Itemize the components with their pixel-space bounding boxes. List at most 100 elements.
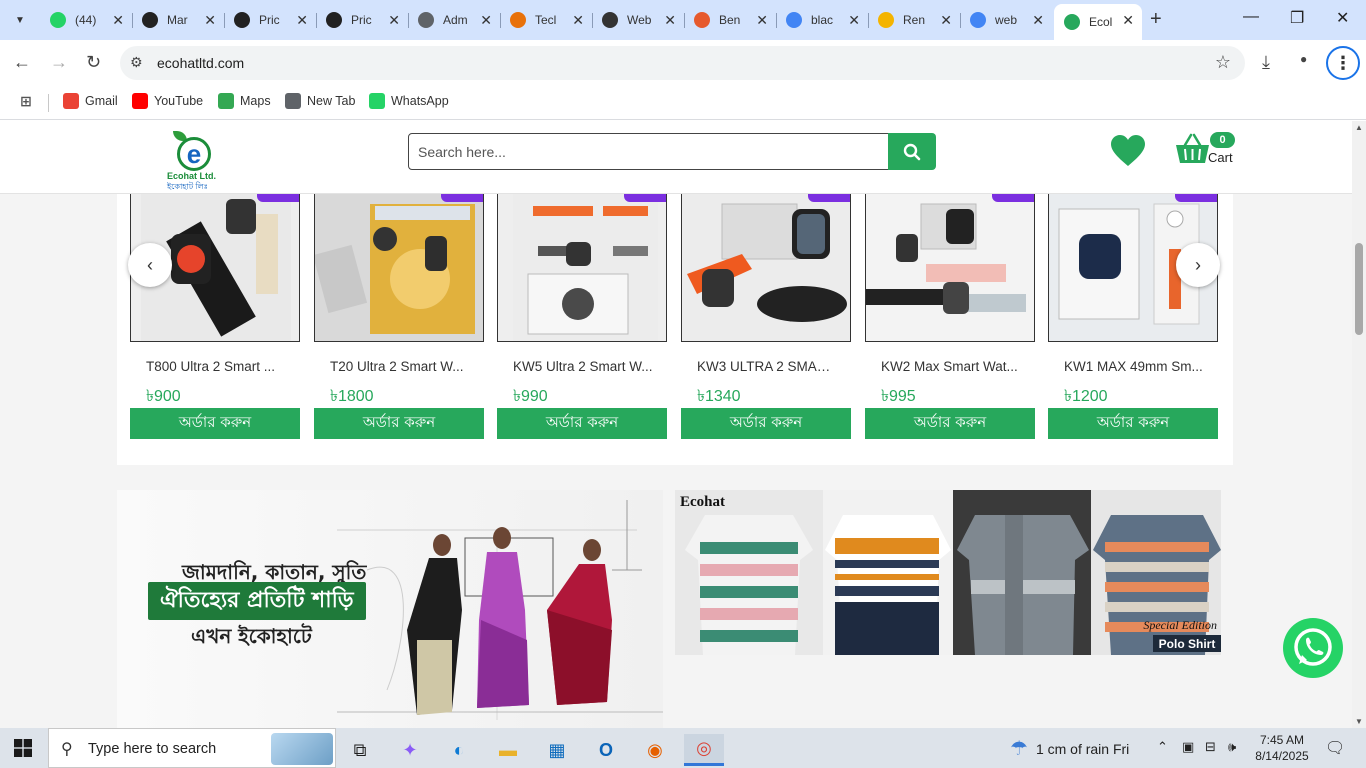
product-image[interactable] xyxy=(314,194,484,342)
product-name[interactable]: KW3 ULTRA 2 SMAR... xyxy=(697,359,837,374)
product-name[interactable]: KW1 MAX 49mm Sm... xyxy=(1064,359,1204,374)
address-bar[interactable]: ⚙ ecohatltd.com ☆ xyxy=(120,46,1245,80)
product-name[interactable]: T800 Ultra 2 Smart ... xyxy=(146,359,286,374)
tab-close-icon[interactable]: ✕ xyxy=(480,12,492,29)
volume-icon[interactable]: 🕪 xyxy=(1228,739,1236,755)
tab[interactable]: web ✕ xyxy=(960,4,1052,36)
tab-close-icon[interactable]: ✕ xyxy=(296,12,308,29)
search-button[interactable] xyxy=(888,133,936,170)
outlook-icon[interactable]: O xyxy=(586,734,626,766)
firefox-icon[interactable]: ◉ xyxy=(635,734,675,766)
order-now-button[interactable]: অর্ডার করুন xyxy=(1048,408,1218,439)
scroll-up-icon[interactable]: ▲ xyxy=(1355,123,1363,132)
saree-banner[interactable]: জামদানি, কাতান, সুতি ঐতিহ্যের প্রতিটি শা… xyxy=(117,490,663,728)
tab-close-icon[interactable]: ✕ xyxy=(388,12,400,29)
product-image[interactable] xyxy=(865,194,1035,342)
site-info-icon[interactable]: ⚙ xyxy=(130,54,143,71)
tab[interactable]: Ren ✕ xyxy=(868,4,961,36)
bookmark-maps[interactable]: Maps xyxy=(218,93,271,109)
product-card[interactable]: KW2 Max Smart Wat... ৳995 অর্ডার করুন xyxy=(865,194,1035,439)
tab-close-icon[interactable]: ✕ xyxy=(664,12,676,29)
edge-icon[interactable]: ◐ xyxy=(439,734,479,766)
bookmark-new-tab[interactable]: New Tab xyxy=(285,93,355,109)
url-text[interactable]: ecohatltd.com xyxy=(157,55,244,71)
bookmarks-divider xyxy=(48,94,49,112)
chrome-icon[interactable]: ◎ xyxy=(684,734,724,766)
new-tab-plus-icon[interactable]: + xyxy=(1150,8,1162,31)
tab[interactable]: Adm ✕ xyxy=(408,4,501,36)
microsoft-store-icon[interactable]: ▦ xyxy=(537,734,577,766)
wishlist-heart-icon[interactable] xyxy=(1110,134,1146,168)
apps-grid-icon[interactable]: ⊞ xyxy=(18,93,40,109)
tab[interactable]: Web ✕ xyxy=(592,4,685,36)
forward-arrow-icon[interactable]: → xyxy=(50,52,68,73)
profile-avatar-icon[interactable]: ● xyxy=(1300,52,1307,66)
tab-close-icon[interactable]: ✕ xyxy=(572,12,584,29)
tab-close-icon[interactable]: ✕ xyxy=(756,12,768,29)
copilot-icon[interactable]: ✦ xyxy=(390,734,430,766)
tab[interactable]: Pric ✕ xyxy=(224,4,317,36)
cart-basket-icon[interactable] xyxy=(1175,133,1210,165)
tab-search-chevron-icon[interactable]: ▼ xyxy=(7,7,33,33)
system-clock[interactable]: 7:45 AM 8/14/2025 xyxy=(1254,732,1310,764)
weather-widget[interactable]: ☂ 1 cm of rain Fri xyxy=(1010,736,1129,761)
tab-close-icon[interactable]: ✕ xyxy=(940,12,952,29)
site-search-input[interactable] xyxy=(408,133,889,170)
polo-shirt-banner[interactable]: Ecohat Special Edition Polo Shirt xyxy=(675,490,1221,655)
file-explorer-icon[interactable]: ▬ xyxy=(488,734,528,766)
network-icon[interactable]: ⊟ xyxy=(1205,739,1216,755)
bookmark-youtube[interactable]: YouTube xyxy=(132,93,203,109)
product-name[interactable]: KW5 Ultra 2 Smart W... xyxy=(513,359,653,374)
back-arrow-icon[interactable]: ← xyxy=(13,52,31,73)
page-scrollbar[interactable]: ▲ ▼ xyxy=(1352,121,1366,728)
product-name[interactable]: KW2 Max Smart Wat... xyxy=(881,359,1021,374)
tab[interactable]: Mar ✕ xyxy=(132,4,225,36)
product-card[interactable]: T800 Ultra 2 Smart ... ৳900 অর্ডার করুন xyxy=(130,194,300,439)
tab[interactable]: Pric ✕ xyxy=(316,4,409,36)
bookmark-whatsapp[interactable]: WhatsApp xyxy=(369,93,449,109)
close-window-icon[interactable]: ✕ xyxy=(1336,8,1349,28)
scrollbar-thumb[interactable] xyxy=(1355,243,1363,335)
product-image[interactable] xyxy=(681,194,851,342)
show-hidden-icons-chevron[interactable]: ⌃ xyxy=(1157,739,1168,755)
tab-close-icon[interactable]: ✕ xyxy=(112,12,124,29)
tab-close-icon[interactable]: ✕ xyxy=(1032,12,1044,29)
restore-icon[interactable]: ❐ xyxy=(1290,8,1304,28)
order-now-button[interactable]: অর্ডার করুন xyxy=(130,408,300,439)
download-icon[interactable]: ⤓ xyxy=(1262,52,1270,73)
order-now-button[interactable]: অর্ডার করুন xyxy=(314,408,484,439)
order-now-button[interactable]: অর্ডার করুন xyxy=(681,408,851,439)
minimize-icon[interactable]: — xyxy=(1243,8,1259,26)
product-card[interactable]: T20 Ultra 2 Smart W... ৳1800 অর্ডার করুন xyxy=(314,194,484,439)
taskbar-search-box[interactable]: ⚲ Type here to search xyxy=(48,728,336,768)
notifications-icon[interactable]: 🗨 xyxy=(1325,738,1345,758)
tab[interactable]: Tecl ✕ xyxy=(500,4,593,36)
order-now-button[interactable]: অর্ডার করুন xyxy=(497,408,667,439)
order-now-button[interactable]: অর্ডার করুন xyxy=(865,408,1035,439)
reload-icon[interactable]: ↻ xyxy=(86,52,101,73)
tab-close-icon[interactable]: ✕ xyxy=(1122,12,1134,29)
meet-now-icon[interactable]: ▣ xyxy=(1182,739,1194,755)
tab[interactable]: (44) ✕ xyxy=(40,4,133,36)
scroll-down-icon[interactable]: ▼ xyxy=(1355,717,1363,726)
tab-close-icon[interactable]: ✕ xyxy=(204,12,216,29)
whatsapp-floating-button[interactable] xyxy=(1283,618,1343,678)
cart-label[interactable]: Cart xyxy=(1208,150,1233,165)
task-view-icon[interactable]: ⧉ xyxy=(340,734,380,766)
product-name[interactable]: T20 Ultra 2 Smart W... xyxy=(330,359,470,374)
ecohat-logo[interactable]: e Ecohat Ltd. ইকোহাট লিঃ xyxy=(165,131,223,191)
chrome-menu-icon[interactable]: ⋮ xyxy=(1326,46,1360,80)
carousel-prev-button[interactable]: ‹ xyxy=(128,243,172,287)
carousel-next-button[interactable]: › xyxy=(1176,243,1220,287)
bookmark-gmail[interactable]: Gmail xyxy=(63,93,118,109)
product-image[interactable] xyxy=(497,194,667,342)
tab[interactable]: blac ✕ xyxy=(776,4,869,36)
product-card[interactable]: KW3 ULTRA 2 SMAR... ৳1340 অর্ডার করুন xyxy=(681,194,851,439)
tab-active[interactable]: Ecol ✕ xyxy=(1054,4,1142,40)
tab-close-icon[interactable]: ✕ xyxy=(848,12,860,29)
product-card[interactable]: KW1 MAX 49mm Sm... ৳1200 অর্ডার করুন xyxy=(1048,194,1218,439)
tab[interactable]: Ben ✕ xyxy=(684,4,777,36)
bookmark-star-icon[interactable]: ☆ xyxy=(1215,52,1231,73)
product-card[interactable]: KW5 Ultra 2 Smart W... ৳990 অর্ডার করুন xyxy=(497,194,667,439)
windows-start-icon[interactable] xyxy=(14,739,32,757)
